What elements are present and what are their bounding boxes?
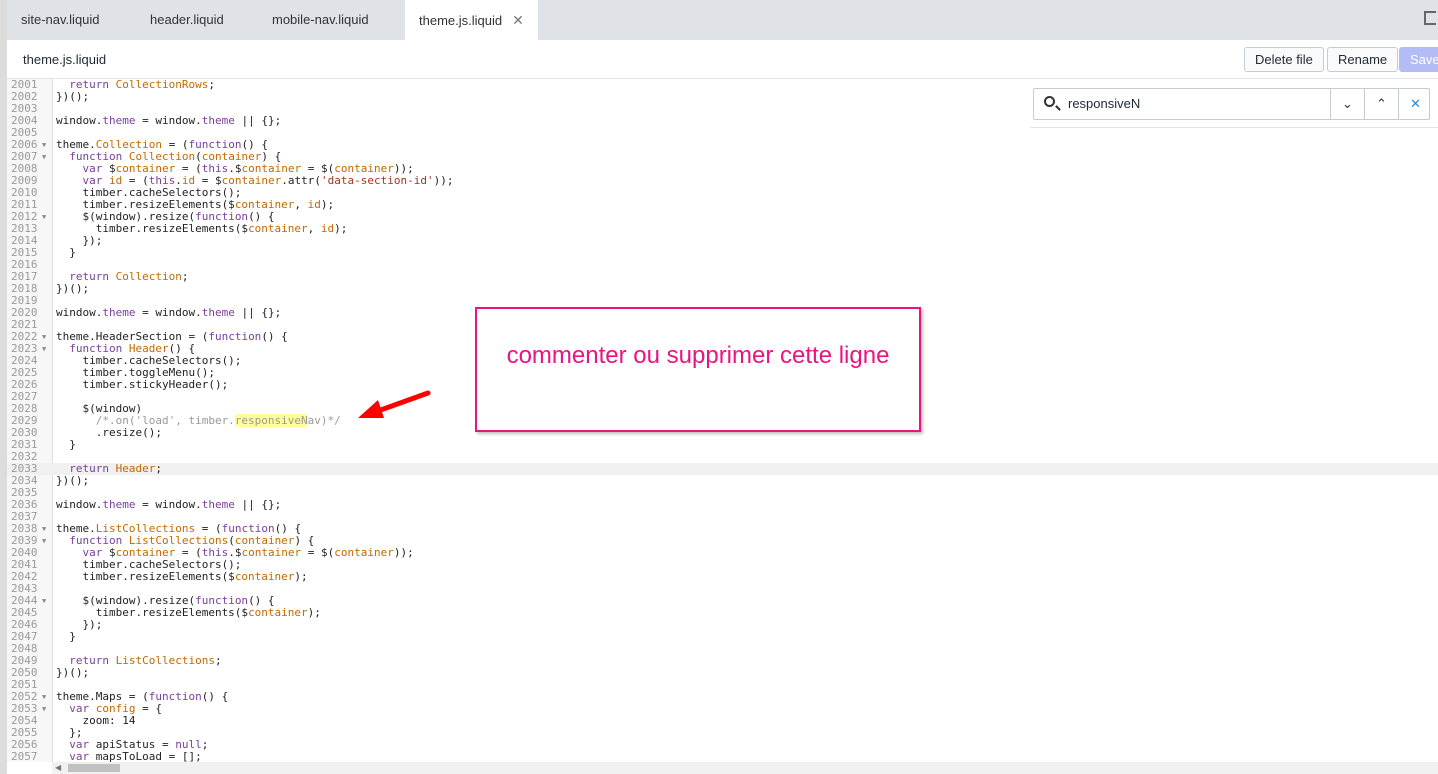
chevron-up-icon: ⌃ [1376,96,1387,111]
fold-arrow-icon[interactable]: ▼ [42,691,46,703]
search-input[interactable] [1068,96,1323,111]
code-line[interactable]: 2047 } [7,631,1438,643]
code-line[interactable]: 2033 return Header; [7,463,1438,475]
code-line[interactable]: 2046 }); [7,619,1438,631]
code-line[interactable]: 2042 timber.resizeElements($container); [7,571,1438,583]
outer-scrollbar [0,0,7,774]
code-line[interactable]: 2045 timber.resizeElements($container); [7,607,1438,619]
code-line[interactable]: 2050})(); [7,667,1438,679]
tab-bar: site-nav.liquid header.liquid mobile-nav… [7,0,1438,40]
prev-match-button[interactable]: ⌃ [1364,89,1398,119]
tab-label: theme.js.liquid [419,13,503,28]
code-line[interactable]: 2055 }; [7,727,1438,739]
code-text: })(); [56,666,90,679]
code-line[interactable]: 2016 [7,259,1438,271]
close-icon: ✕ [1410,96,1421,111]
code-line[interactable]: 2057 var mapsToLoad = []; [7,750,1438,763]
fold-arrow-icon[interactable]: ▼ [42,703,46,715]
red-arrow-icon [358,390,431,418]
fold-arrow-icon[interactable]: ▼ [42,139,46,151]
close-tab-icon[interactable]: ✕ [512,12,524,28]
code-line[interactable]: 2015 } [7,247,1438,259]
fullscreen-icon[interactable] [1424,11,1436,25]
delete-file-button[interactable]: Delete file [1244,47,1324,72]
tab-header[interactable]: header.liquid [136,0,238,40]
horizontal-scrollbar[interactable]: ◀ [52,762,1438,774]
tab-theme-js[interactable]: theme.js.liquid ✕ [405,0,538,40]
fold-arrow-icon[interactable]: ▼ [42,595,46,607]
code-text: window.theme = window.theme || {}; [56,114,282,127]
tab-label: mobile-nav.liquid [272,12,369,27]
file-header: theme.js.liquid Delete file Rename Save [7,40,1438,79]
code-text: })(); [56,474,90,487]
search-icon [1044,96,1055,107]
code-line[interactable]: 2054 zoom: 14 [7,715,1438,727]
fold-arrow-icon[interactable]: ▼ [42,523,46,535]
tab-label: site-nav.liquid [21,12,100,27]
code-line[interactable]: 2013 timber.resizeElements($container, i… [7,223,1438,235]
annotation-box: commenter ou supprimer cette ligne [475,307,921,432]
search-box: ⌄ ⌃ ✕ [1033,88,1430,120]
search-panel: ⌄ ⌃ ✕ [1030,80,1438,128]
code-line[interactable]: 2036 window.theme = window.theme || {}; [7,499,1438,511]
code-line[interactable]: 2049 return ListCollections; [7,655,1438,667]
tab-site-nav[interactable]: site-nav.liquid [7,0,114,40]
code-line[interactable]: 2053 ▼ var config = { [7,703,1438,715]
fold-arrow-icon[interactable]: ▼ [42,535,46,547]
code-line[interactable]: 2034})(); [7,475,1438,487]
code-line[interactable]: 2018})(); [7,283,1438,295]
code-text: } [56,630,76,643]
close-search-button[interactable]: ✕ [1398,89,1432,119]
code-text: } [56,246,76,259]
code-text: window.theme = window.theme || {}; [56,498,282,511]
code-text: timber.resizeElements($container); [56,570,308,583]
code-line[interactable]: 2052 ▼ theme.Maps = (function() { [7,691,1438,703]
scroll-left-icon[interactable]: ◀ [55,763,61,772]
fold-arrow-icon[interactable]: ▼ [42,151,46,163]
chevron-down-icon: ⌄ [1342,96,1353,111]
code-line[interactable]: 2014 }); [7,235,1438,247]
code-text: })(); [56,90,90,103]
fold-arrow-icon[interactable]: ▼ [42,331,46,343]
code-text: timber.stickyHeader(); [56,378,229,391]
scrollbar-thumb[interactable] [68,764,120,772]
tab-mobile-nav[interactable]: mobile-nav.liquid [258,0,383,40]
tab-label: header.liquid [150,12,224,27]
fold-arrow-icon[interactable]: ▼ [42,343,46,355]
save-button[interactable]: Save [1399,47,1438,72]
code-text: } [56,438,76,451]
code-line[interactable]: 2032 [7,451,1438,463]
code-text: })(); [56,282,90,295]
code-text: window.theme = window.theme || {}; [56,306,282,319]
file-title: theme.js.liquid [23,52,107,67]
rename-button[interactable]: Rename [1327,47,1399,72]
code-text: var mapsToLoad = []; [69,750,202,763]
code-line[interactable]: 2017 return Collection; [7,271,1438,283]
code-line[interactable]: 2056 var apiStatus = null; [7,739,1438,751]
line-number: 2057 [11,750,38,763]
code-line[interactable]: 2031 } [7,439,1438,451]
fold-arrow-icon[interactable]: ▼ [42,211,46,223]
code-line[interactable]: 2048 [7,643,1438,655]
annotation-text: commenter ou supprimer cette ligne [506,342,890,369]
next-match-button[interactable]: ⌄ [1330,89,1364,119]
